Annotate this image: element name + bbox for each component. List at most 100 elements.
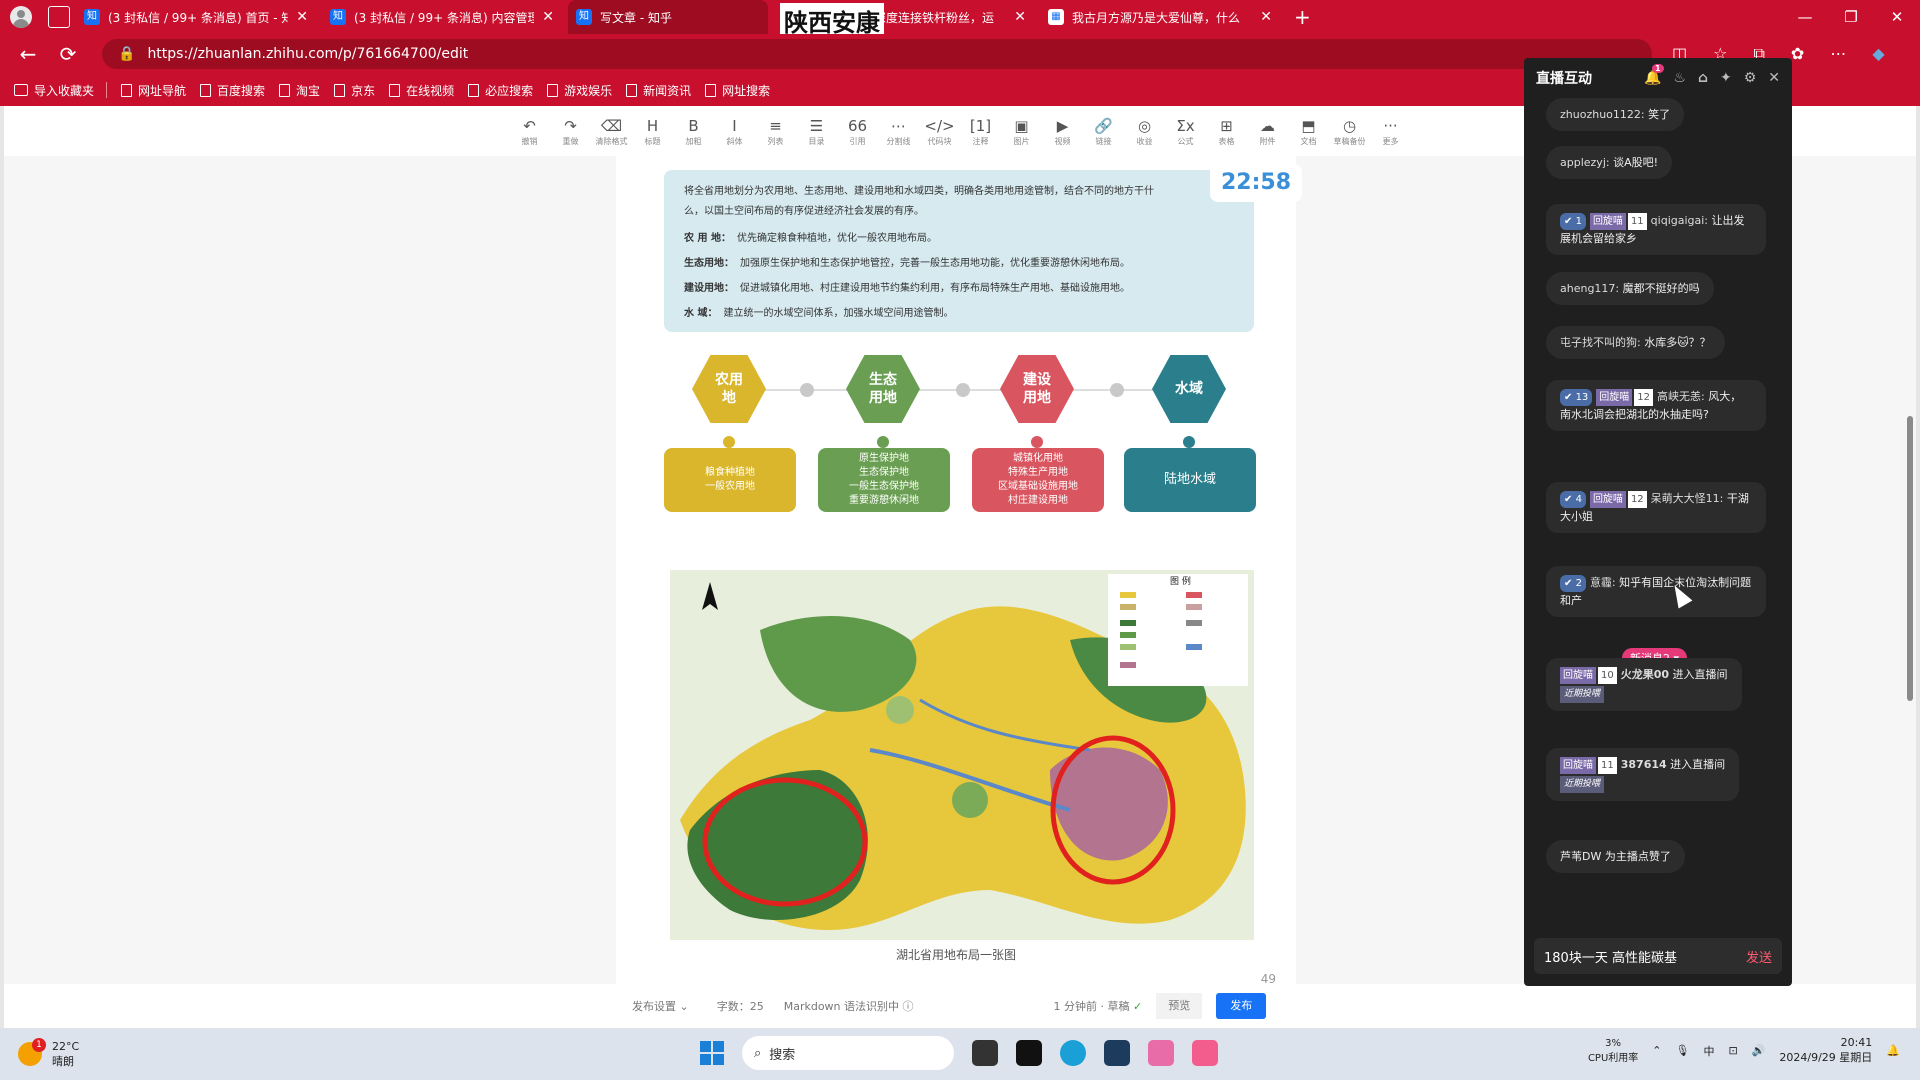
close-icon[interactable]: ✕ xyxy=(542,9,554,25)
toolbar-icon: ▶ xyxy=(1056,116,1069,135)
close-icon[interactable]: ✕ xyxy=(1768,70,1780,86)
new-tab-button[interactable]: + xyxy=(1294,5,1311,29)
page-scrollbar[interactable] xyxy=(1906,126,1914,1026)
publish-settings-dropdown[interactable]: 发布设置 ⌄ xyxy=(632,998,689,1014)
publish-button[interactable]: 发布 xyxy=(1216,993,1267,1019)
browser-tab[interactable]: 知 (3 封私信 / 99+ 条消息) 首页 - 知 ✕ xyxy=(76,0,316,34)
weather-sun-icon: 1 xyxy=(18,1038,46,1066)
toolbar-13[interactable]: ▶ 视频 xyxy=(1042,106,1083,156)
ime-indicator[interactable]: 中 xyxy=(1703,1043,1714,1059)
refresh-icon[interactable]: ⟳ xyxy=(48,42,88,66)
toolbar-7[interactable]: ☰ 目录 xyxy=(796,106,837,156)
live-panel-title: 直播互动 xyxy=(1536,71,1592,87)
toolbar-11[interactable]: [1] 注释 xyxy=(960,106,1001,156)
toolbar-5[interactable]: I 斜体 xyxy=(714,106,755,156)
live-panel-header: 直播互动 🔔 1 ♨ ⌂ ✦ ⚙ ✕ xyxy=(1524,58,1792,98)
bookmark-item[interactable]: 百度搜索 xyxy=(200,82,265,99)
notifications-icon[interactable]: 🔔 xyxy=(1886,1044,1900,1057)
mute-icon[interactable]: ♨ xyxy=(1673,70,1686,86)
close-window-icon[interactable]: ✕ xyxy=(1874,8,1920,26)
cpu-usage: 3% CPU利用率 xyxy=(1587,1037,1639,1064)
taskbar-search[interactable]: ⌕ 搜索 xyxy=(742,1036,954,1070)
back-icon[interactable]: ← xyxy=(8,42,48,66)
profile-avatar[interactable] xyxy=(10,6,32,28)
bookmark-item[interactable]: 必应搜索 xyxy=(468,82,533,99)
settings-icon[interactable]: ⚙ xyxy=(1744,70,1757,86)
page-icon xyxy=(121,83,133,97)
toolbar-16[interactable]: Σx 公式 xyxy=(1165,106,1206,156)
network-icon[interactable]: ⊡ xyxy=(1728,1044,1737,1057)
close-icon[interactable]: ✕ xyxy=(1014,9,1026,25)
unreal-app-icon[interactable] xyxy=(1016,1040,1042,1066)
toolbar-label: 清除格式 xyxy=(595,136,628,146)
browser-tab[interactable]: ▦ 我古月方源乃是大爱仙尊，什么 ✕ xyxy=(1040,0,1280,34)
toolbar-2[interactable]: ⌫ 清除格式 xyxy=(591,106,632,156)
intro-text: 将全省用地划分为农用地、生态用地、建设用地和水域四类，明确各类用地用途管制，结合… xyxy=(684,186,1154,217)
toolbar-label: 引用 xyxy=(849,136,866,146)
bookmark-item[interactable]: 网址搜索 xyxy=(705,82,770,99)
copilot-icon[interactable]: ◆ xyxy=(1872,44,1884,64)
live-chat-input[interactable]: 180块一天 高性能碳基 发送 xyxy=(1534,938,1782,974)
weather-widget[interactable]: 1 22°C 晴朗 xyxy=(18,1038,79,1069)
clock[interactable]: 20:41 2024/9/29 星期日 xyxy=(1779,1036,1872,1065)
task-view-icon[interactable] xyxy=(972,1040,998,1066)
bookmark-item[interactable]: 淘宝 xyxy=(279,82,320,99)
toolbar-14[interactable]: 🔗 链接 xyxy=(1083,106,1124,156)
chevron-up-icon[interactable]: ⌃ xyxy=(1652,1044,1661,1057)
tab-actions-icon[interactable] xyxy=(48,6,70,28)
more-icon[interactable]: ⋯ xyxy=(1830,44,1846,64)
toolbar-8[interactable]: 66 引用 xyxy=(837,106,878,156)
toolbar-10[interactable]: </> 代码块 xyxy=(919,106,960,156)
zhihu-icon: 知 xyxy=(84,9,100,25)
url-field[interactable]: 🔒 https://zhuanlan.zhihu.com/p/761664700… xyxy=(102,39,1652,69)
live-message-list[interactable]: zhuozhuo1122: 笑了 applezyj: 谈A股吧! ✔ 1 回旋喵 1… xyxy=(1524,98,1792,968)
page-icon xyxy=(626,83,638,97)
toolbar-19[interactable]: ⬒ 文档 xyxy=(1288,106,1329,156)
lock-icon[interactable]: ⌂ xyxy=(1698,70,1708,86)
toolbar-0[interactable]: ↶ 撤销 xyxy=(509,106,550,156)
toolbar-18[interactable]: ☁ 附件 xyxy=(1247,106,1288,156)
bilibili-icon[interactable] xyxy=(1192,1040,1218,1066)
bookmark-import[interactable]: 导入收藏夹 xyxy=(14,82,94,99)
bookmark-item[interactable]: 游戏娱乐 xyxy=(547,82,612,99)
info-row: 农 用 地： 优先确定粮食种植地，优化一般农用地布局。 xyxy=(684,233,937,244)
scroll-thumb[interactable] xyxy=(1907,416,1913,701)
bookmark-item[interactable]: 新闻资讯 xyxy=(626,82,691,99)
toolbar-9[interactable]: ⋯ 分割线 xyxy=(878,106,919,156)
start-icon[interactable] xyxy=(700,1041,724,1065)
toolbar-15[interactable]: ◎ 收益 xyxy=(1124,106,1165,156)
microphone-icon[interactable]: 🎙 xyxy=(1676,1044,1690,1057)
notification-icon[interactable]: 🔔 1 xyxy=(1644,64,1664,86)
terminal-icon[interactable] xyxy=(1104,1040,1130,1066)
toolbar-icon: ↶ xyxy=(523,116,536,135)
close-icon[interactable]: ✕ xyxy=(296,9,308,25)
restore-icon[interactable]: ❐ xyxy=(1828,8,1874,26)
toolbar-17[interactable]: ⊞ 表格 xyxy=(1206,106,1247,156)
toolbar-3[interactable]: H 标题 xyxy=(632,106,673,156)
preview-button[interactable]: 预览 xyxy=(1156,993,1203,1019)
toolbar-6[interactable]: ≡ 列表 xyxy=(755,106,796,156)
toolbar-1[interactable]: ↷ 重做 xyxy=(550,106,591,156)
extensions-icon[interactable]: ✿ xyxy=(1791,44,1804,64)
toolbar-20[interactable]: ◷ 草稿备份 xyxy=(1329,106,1370,156)
toolbar-icon: I xyxy=(732,116,737,135)
toolbar-12[interactable]: ▣ 图片 xyxy=(1001,106,1042,156)
edge-icon[interactable] xyxy=(1060,1040,1086,1066)
toolbar-label: 更多 xyxy=(1382,136,1399,146)
toolbar-label: 链接 xyxy=(1095,136,1112,146)
volume-icon[interactable]: 🔊 xyxy=(1752,1044,1766,1057)
send-button[interactable]: 发送 xyxy=(1746,947,1772,966)
media-app-icon[interactable] xyxy=(1148,1040,1174,1066)
bookmark-item[interactable]: 京东 xyxy=(334,82,375,99)
gift-icon[interactable]: ✦ xyxy=(1720,70,1732,86)
bookmark-item[interactable]: 在线视频 xyxy=(389,82,454,99)
minimize-icon[interactable]: — xyxy=(1782,8,1828,26)
toolbar-4[interactable]: B 加粗 xyxy=(673,106,714,156)
bookmark-item[interactable]: 网址导航 xyxy=(121,82,186,99)
toolbar-21[interactable]: ··· 更多 xyxy=(1370,106,1411,156)
browser-tab[interactable]: 知 (3 封私信 / 99+ 条消息) 内容管理 ✕ xyxy=(322,0,562,34)
window-controls: — ❐ ✕ xyxy=(1782,0,1920,34)
close-icon[interactable]: ✕ xyxy=(1260,9,1272,25)
document[interactable]: 22:58 将全省用地划分为农用地、生态用地、建设用地和水域四类，明确各类用地用… xyxy=(616,156,1302,986)
browser-tab-active[interactable]: 知写文章 - 知乎 xyxy=(568,0,768,34)
